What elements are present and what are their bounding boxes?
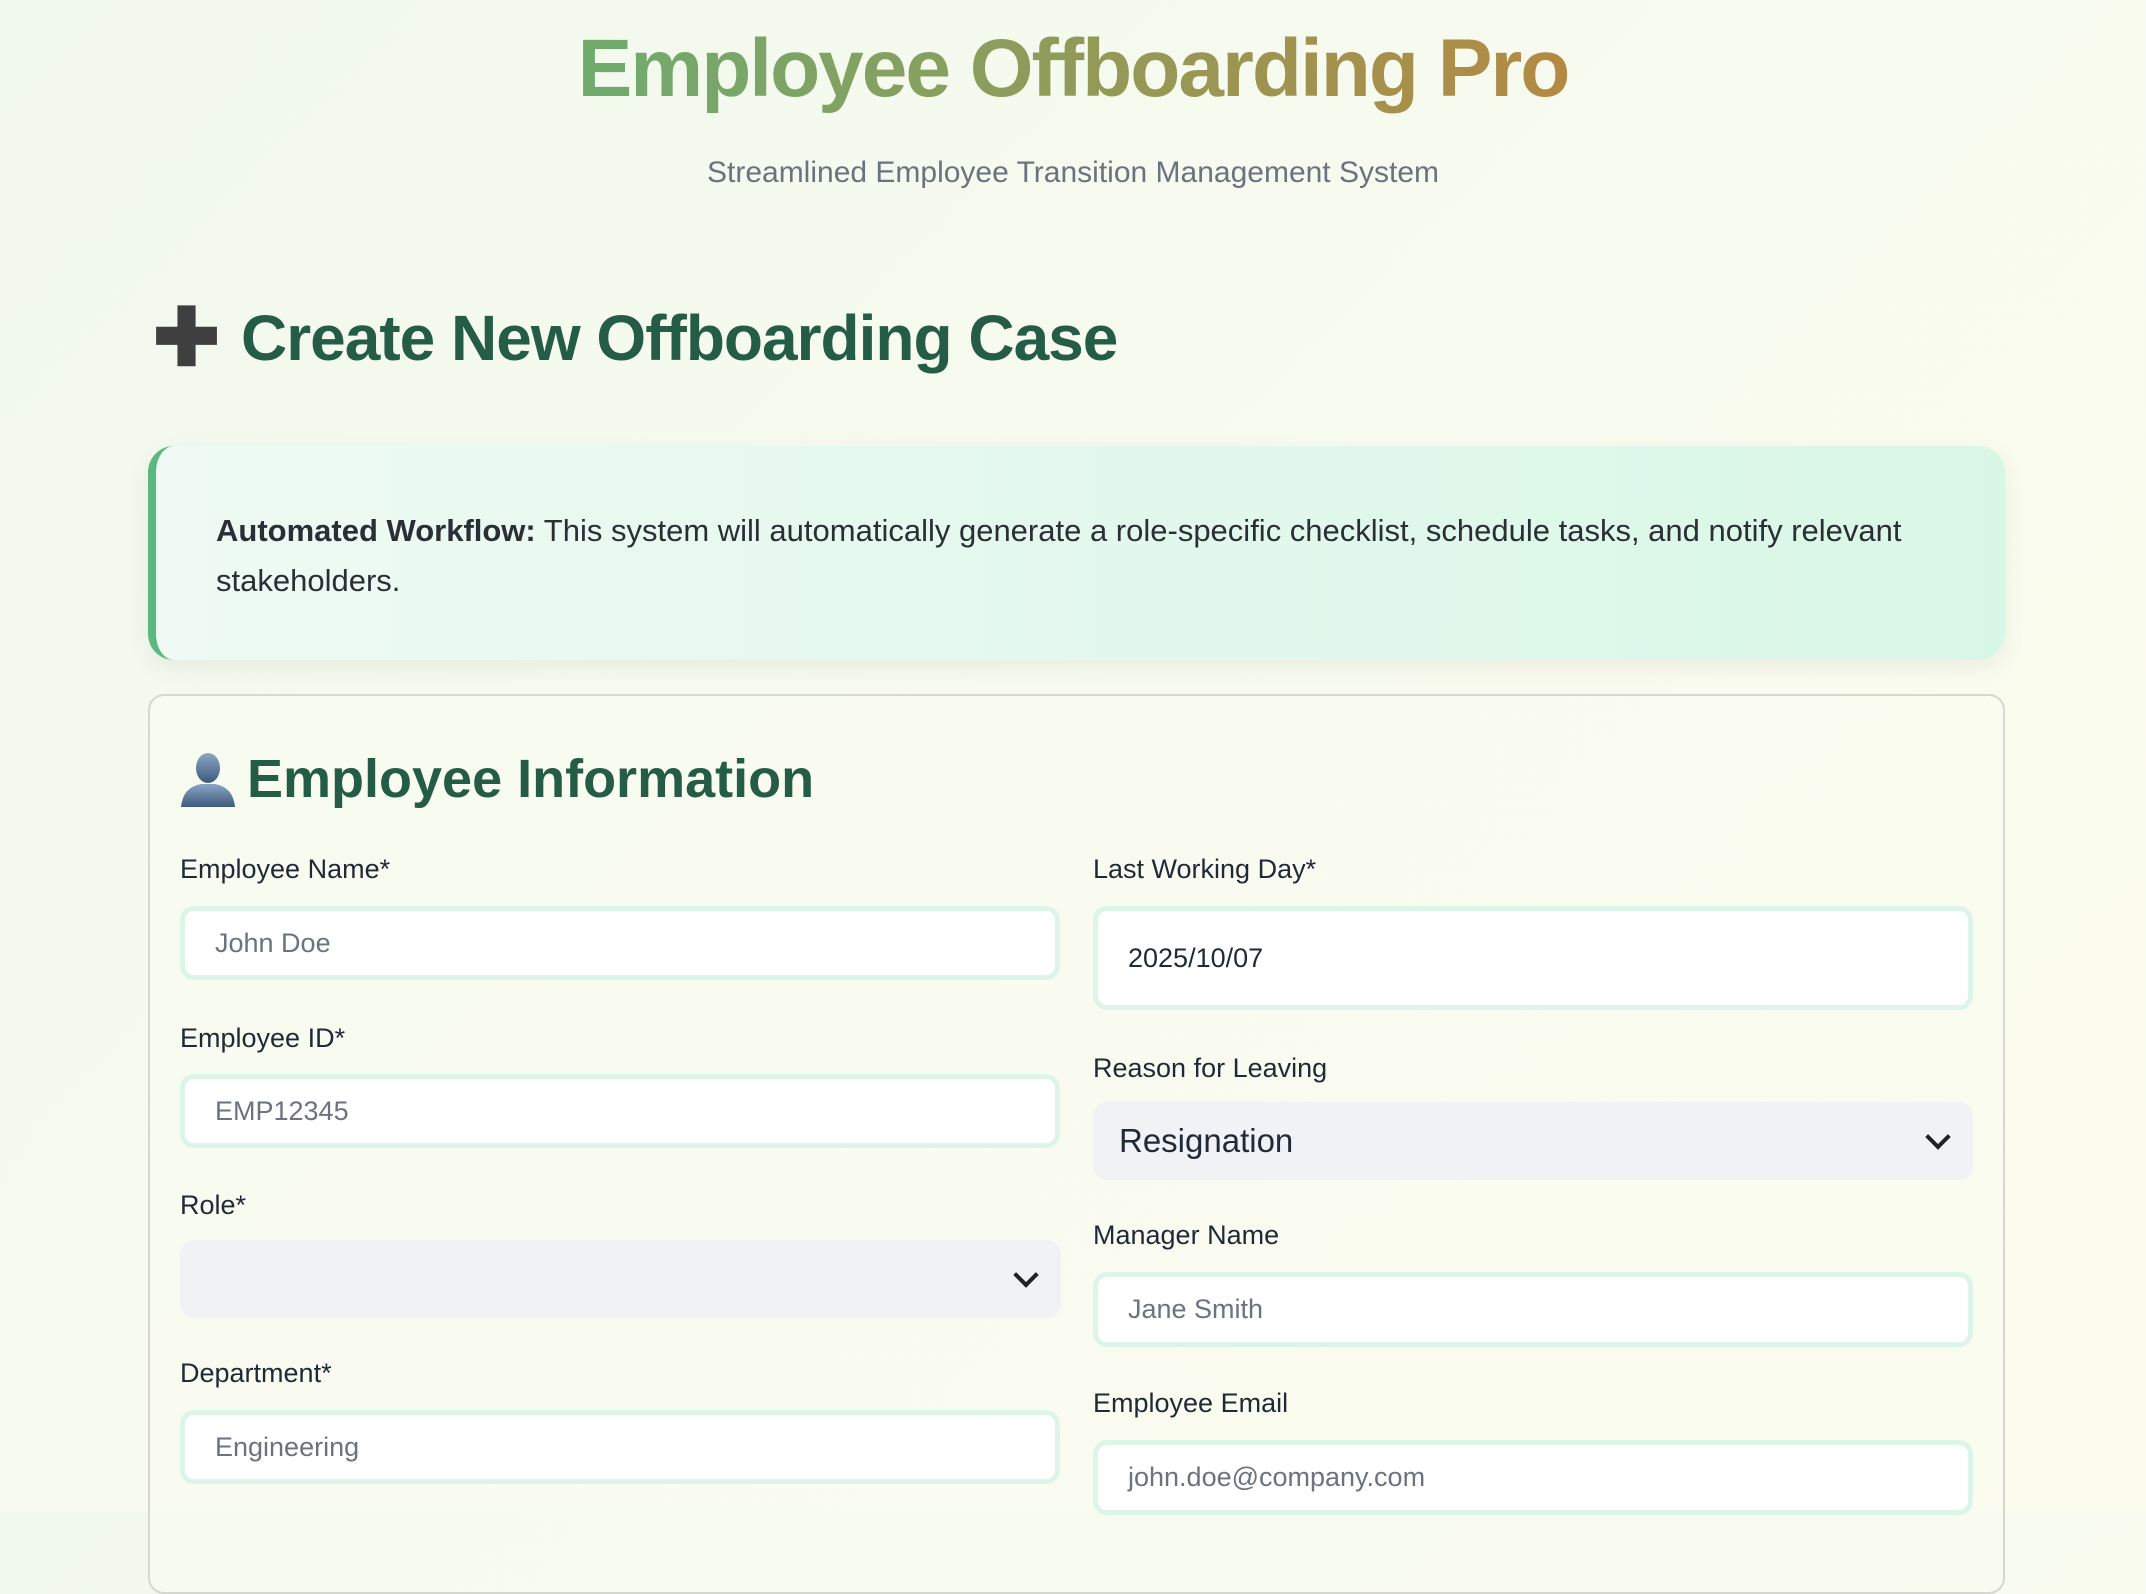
info-banner-label: Automated Workflow: — [216, 513, 536, 548]
chevron-down-icon — [1013, 1262, 1039, 1288]
employee-id-input[interactable]: EMP12345 — [180, 1074, 1060, 1148]
last-working-day-label: Last Working Day* — [1093, 854, 1317, 884]
app-title: Employee Offboarding Pro — [577, 23, 1571, 114]
last-working-day-input[interactable]: 2025/10/07 — [1093, 906, 1973, 1010]
chevron-down-icon — [1925, 1124, 1951, 1150]
employee-name-label: Employee Name* — [180, 854, 391, 884]
employee-id-label: Employee ID* — [180, 1023, 346, 1053]
role-label: Role* — [180, 1190, 247, 1220]
plus-icon: ✚ — [153, 293, 220, 382]
manager-name-label: Manager Name — [1093, 1220, 1280, 1250]
reason-label: Reason for Leaving — [1093, 1053, 1328, 1083]
employee-email-input[interactable]: john.doe@company.com — [1093, 1440, 1973, 1515]
employee-name-input[interactable]: John Doe — [180, 906, 1060, 980]
employee-email-label: Employee Email — [1093, 1388, 1289, 1418]
section-title: Employee Information — [179, 748, 814, 810]
user-silhouette-icon — [181, 753, 235, 807]
department-label: Department* — [180, 1358, 332, 1388]
manager-name-input[interactable]: Jane Smith — [1093, 1272, 1973, 1347]
info-banner: Automated Workflow: This system will aut… — [148, 446, 2005, 660]
role-select[interactable] — [180, 1240, 1061, 1318]
page-title: ✚ Create New Offboarding Case — [153, 293, 1118, 382]
reason-select[interactable]: Resignation — [1093, 1102, 1973, 1180]
department-input[interactable]: Engineering — [180, 1410, 1060, 1484]
app-subtitle: Streamlined Employee Transition Manageme… — [706, 156, 1439, 189]
